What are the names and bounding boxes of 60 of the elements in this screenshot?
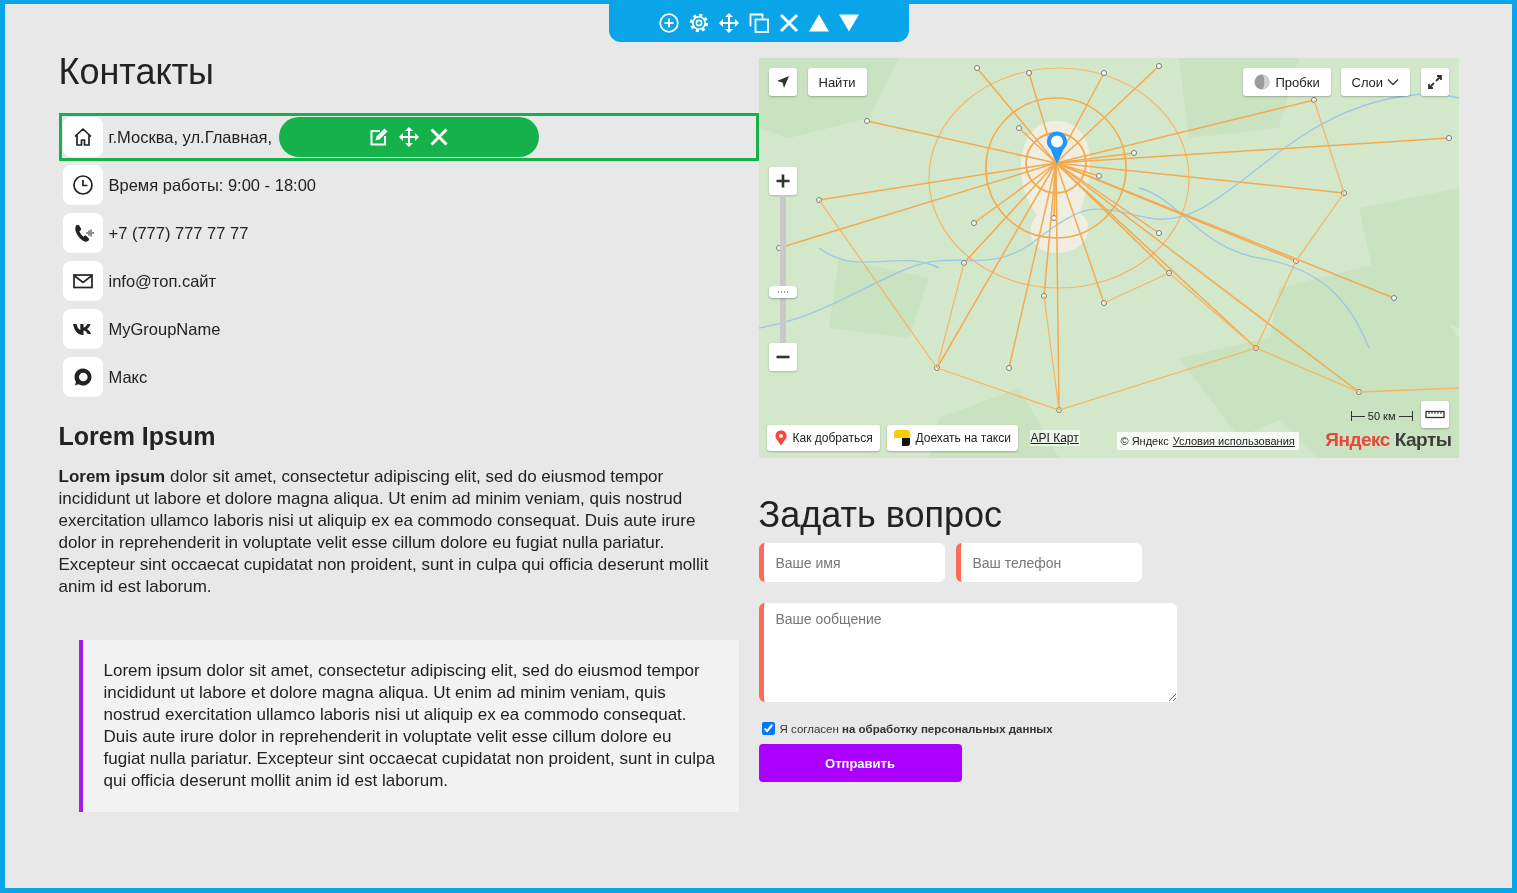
close-icon[interactable] — [779, 13, 799, 33]
phone-icon — [62, 213, 103, 253]
triangle-down-icon[interactable] — [839, 13, 859, 33]
plus-circle-icon[interactable] — [659, 13, 679, 33]
contact-row[interactable]: MyGroupName — [58, 305, 759, 353]
move-icon[interactable] — [398, 127, 419, 147]
contact-text: MyGroupName — [108, 319, 221, 339]
chevron-down-icon — [1387, 78, 1400, 86]
edit-icon[interactable] — [368, 127, 389, 147]
copy-icon[interactable] — [749, 13, 769, 33]
layers-button[interactable]: Слои — [1340, 68, 1411, 96]
contact-row[interactable]: Макс — [58, 353, 759, 401]
triangle-up-icon[interactable] — [809, 13, 829, 33]
home-icon — [62, 117, 103, 157]
submit-button[interactable]: Отправить — [758, 744, 962, 782]
ruler-icon[interactable] — [1420, 401, 1449, 428]
map-scale: 50 км — [1350, 409, 1413, 423]
taxi-icon — [893, 430, 910, 446]
contact-row[interactable]: info@топ.сайт — [58, 257, 759, 305]
copyright-text: © Яндекс — [1120, 435, 1169, 447]
map-logo: Яндекс Карты — [1325, 429, 1452, 451]
article-heading: Lorem Ipsum — [58, 421, 217, 452]
quote-block: Lorem ipsum dolor sit amet, consectetur adipiscing elit, sed do eiusmod tempor incididunt ut labore et dolore magna aliqua. Ut enim ad minim veniam, quis nostrud exercitation ullamco laboris nisi ut aliquip ex ea commodo consequat. Duis aute irure dolor in reprehenderit in voluptate velit esse cillum dolore eu fugiat nulla pariatur. Excepteur sint occaecat cupidatat non proident, sunt in culpa qui officia deserunt mollit anim id est laborum. — [78, 640, 739, 812]
taxi-button[interactable]: Доехать на такси — [886, 425, 1018, 451]
clock-icon — [62, 165, 103, 205]
zoom-out-icon[interactable] — [768, 343, 797, 371]
navigation-arrow-icon[interactable] — [768, 68, 797, 96]
contact-row[interactable]: +7 (777) 777 77 77 — [58, 209, 759, 257]
consent-label: Я согласен на обработку персональных данных — [779, 722, 1053, 735]
form-title: Задать вопрос — [758, 493, 1004, 536]
map-pin-icon — [1044, 130, 1069, 166]
disc-icon — [1253, 74, 1270, 90]
article-paragraph: Lorem ipsum dolor sit amet, consectetur adipiscing elit, sed do eiusmod tempor incididunt ut labore et dolore magna aliqua. Ut enim ad minim veniam, quis nostrud exercitation ullamco laboris nisi ut aliquip ex ea commodo consequat. Duis aute irure dolor in reprehenderit in voluptate velit esse cillum dolore eu fugiat nulla pariatur. Excepteur sint occaecat cupidatat non proident, sunt in culpa qui officia deserunt mollit anim id est laborum. — [58, 466, 710, 598]
close-icon[interactable] — [428, 127, 449, 147]
message-field[interactable]: Ваше ообщение — [758, 603, 1177, 702]
zoom-handle[interactable] — [768, 286, 797, 299]
expand-icon[interactable] — [1420, 68, 1449, 96]
contact-text: Время работы: 9:00 - 18:00 — [108, 175, 316, 195]
zoom-in-icon[interactable] — [768, 167, 797, 195]
terms-link[interactable]: Условия использования — [1172, 435, 1295, 447]
contact-text: info@топ.сайт — [108, 271, 217, 291]
contact-text: Макс — [108, 367, 148, 387]
contact-text: +7 (777) 777 77 77 — [108, 223, 249, 243]
settings-icon[interactable] — [689, 13, 709, 33]
traffic-button[interactable]: Пробки — [1242, 68, 1331, 96]
map-pin-icon — [773, 430, 788, 446]
vk-logo-icon — [62, 309, 103, 349]
chat-bubble-icon — [62, 357, 103, 397]
contact-row[interactable]: г.Москва, ул.Главная, — [58, 113, 759, 161]
consent-checkbox[interactable] — [761, 722, 775, 735]
api-link[interactable]: API Карт — [1029, 430, 1080, 446]
input-field[interactable]: Ваше имя — [758, 543, 945, 582]
contacts-title: Контакты — [58, 50, 215, 93]
contact-text: г.Москва, ул.Главная, — [108, 127, 273, 147]
move-icon[interactable] — [719, 13, 739, 33]
route-button[interactable]: Как добраться — [766, 425, 880, 451]
contact-row[interactable]: Время работы: 9:00 - 18:00 — [58, 161, 759, 209]
search-button[interactable]: Найти — [807, 68, 867, 96]
envelope-icon — [62, 261, 103, 301]
input-field[interactable]: Ваш телефон — [955, 543, 1142, 582]
